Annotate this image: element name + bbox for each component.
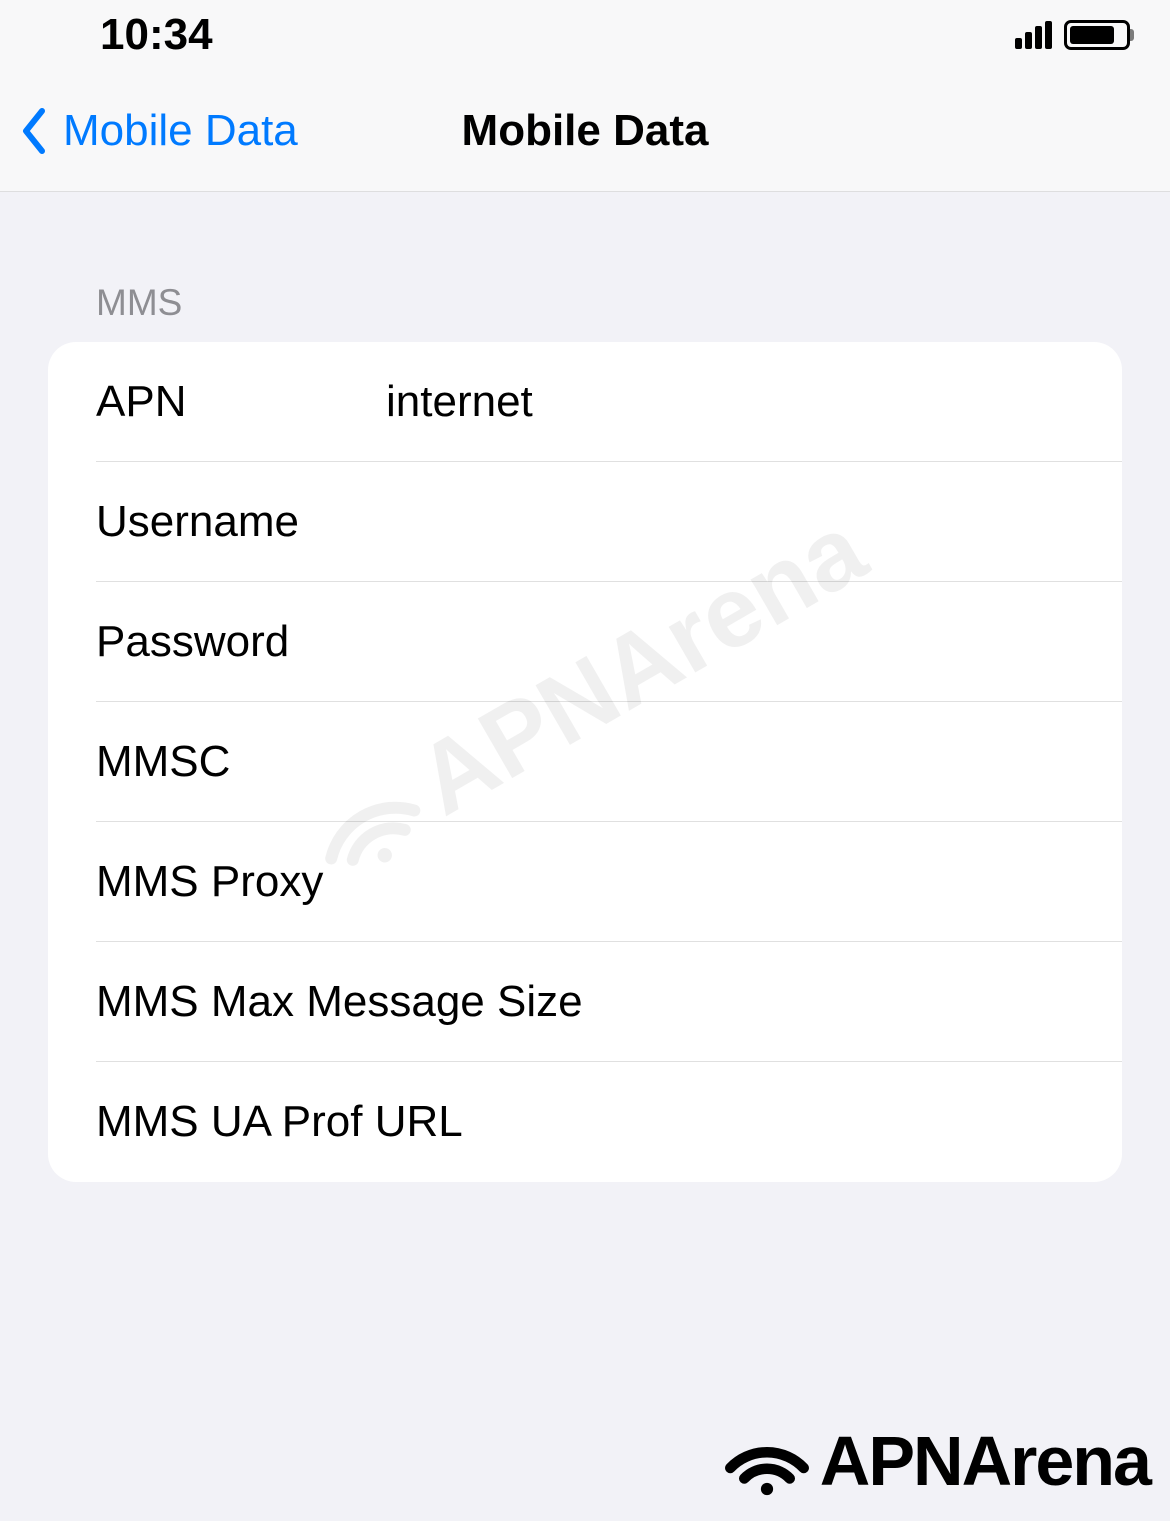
status-time: 10:34 — [100, 10, 213, 60]
row-apn[interactable]: APN — [48, 342, 1122, 462]
row-mms-max-size[interactable]: MMS Max Message Size — [48, 942, 1122, 1062]
back-label: Mobile Data — [63, 106, 298, 156]
input-mms-max-size[interactable] — [583, 977, 1122, 1027]
input-mms-proxy[interactable] — [323, 857, 1074, 907]
row-mms-ua-prof[interactable]: MMS UA Prof URL — [48, 1062, 1122, 1182]
settings-group-mms: APN Username Password MMSC MMS Proxy MMS… — [48, 342, 1122, 1182]
cellular-signal-icon — [1015, 21, 1052, 49]
label-mmsc: MMSC — [96, 737, 386, 787]
battery-icon — [1064, 20, 1130, 50]
input-apn[interactable] — [386, 377, 1074, 427]
watermark-bottom: APNArena — [722, 1421, 1150, 1501]
input-mmsc[interactable] — [386, 737, 1074, 787]
input-username[interactable] — [386, 497, 1074, 547]
section-header-mms: MMS — [48, 282, 1122, 324]
row-mms-proxy[interactable]: MMS Proxy — [48, 822, 1122, 942]
chevron-back-icon — [20, 107, 48, 155]
wifi-icon — [722, 1426, 812, 1496]
label-password: Password — [96, 617, 386, 667]
row-username[interactable]: Username — [48, 462, 1122, 582]
page-title: Mobile Data — [462, 106, 709, 156]
status-indicators — [1015, 20, 1130, 50]
input-password[interactable] — [386, 617, 1074, 667]
navigation-bar: Mobile Data Mobile Data — [0, 70, 1170, 192]
label-mms-ua-prof: MMS UA Prof URL — [96, 1097, 463, 1147]
back-button[interactable]: Mobile Data — [0, 106, 298, 156]
input-mms-ua-prof[interactable] — [463, 1097, 1074, 1147]
label-mms-max-size: MMS Max Message Size — [96, 977, 583, 1027]
label-username: Username — [96, 497, 386, 547]
row-password[interactable]: Password — [48, 582, 1122, 702]
label-mms-proxy: MMS Proxy — [96, 857, 323, 907]
content: MMS APN Username Password MMSC MMS Proxy — [0, 192, 1170, 1182]
row-mmsc[interactable]: MMSC — [48, 702, 1122, 822]
status-bar: 10:34 — [0, 0, 1170, 70]
label-apn: APN — [96, 377, 386, 427]
